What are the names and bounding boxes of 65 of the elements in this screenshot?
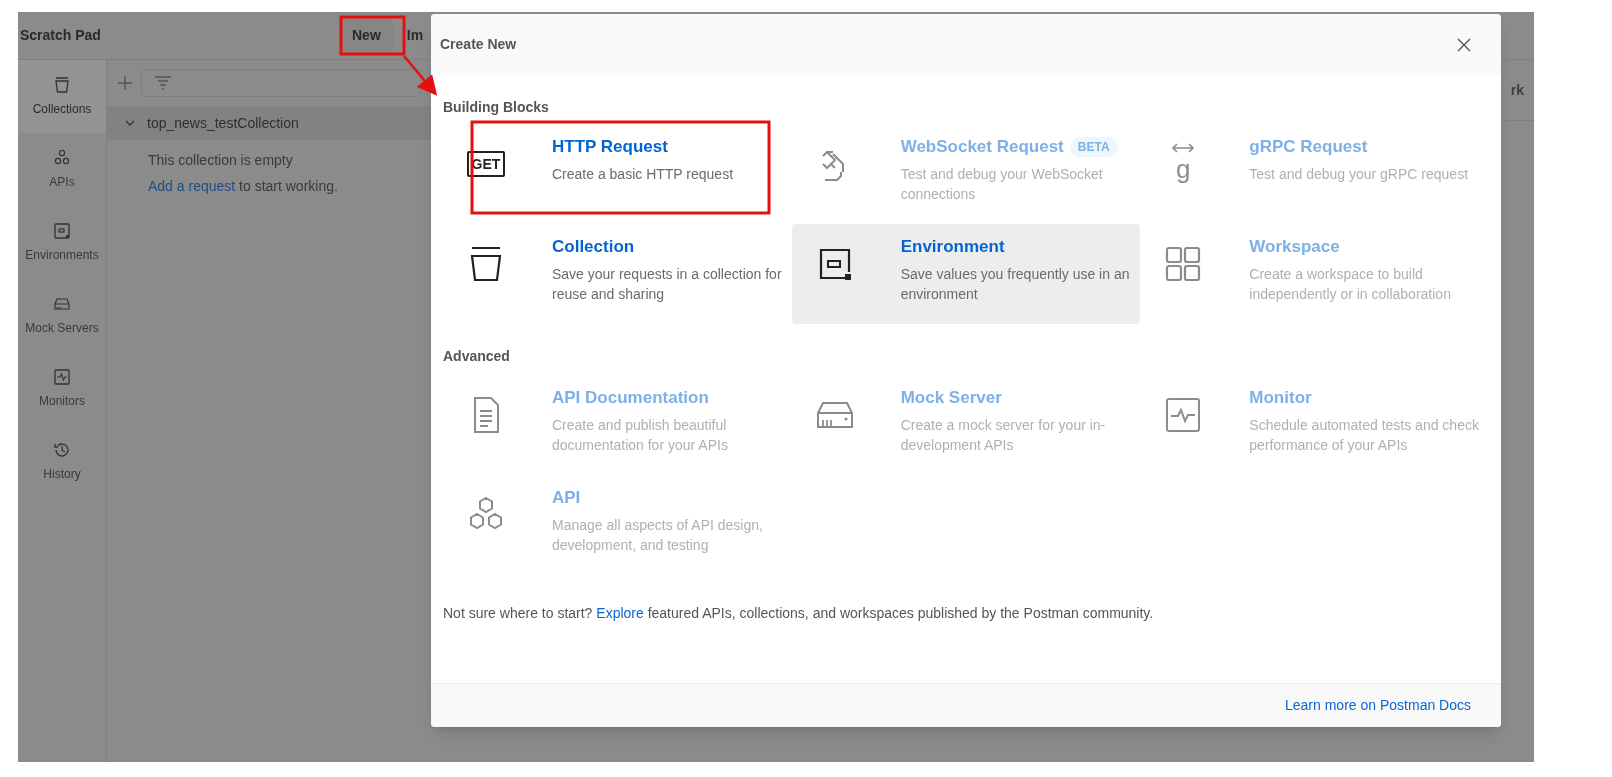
sidebar-item[interactable]: Collections [18, 60, 106, 133]
option-card[interactable]: Monitor Schedule automated tests and check performance of your APIs [1140, 375, 1489, 475]
history-icon [53, 440, 71, 459]
pulse-icon [53, 367, 71, 386]
option-description: Test and debug your WebSocket connections [900, 164, 1104, 204]
option-title: Mock Server [900, 387, 1002, 409]
collection-row[interactable]: top_news_testCollection [107, 106, 431, 140]
option-description: Create a basic HTTP request [552, 164, 735, 184]
option-card[interactable]: GET HTTP Request Create a basic HTTP request [443, 124, 792, 224]
empty-message: This collection is empty [148, 151, 294, 170]
sidebar-item[interactable]: Mock Servers [18, 279, 106, 352]
empty-hint: Add a request to start working. [148, 177, 339, 196]
option-description: Test and debug your gRPC request [1249, 164, 1470, 184]
option-card[interactable]: API Manage all aspects of API design, development, and testing [443, 475, 792, 575]
option-description: Save your requests in a collection for reuse and sharing [552, 264, 783, 304]
option-title: API [552, 487, 581, 509]
option-title: WebSocket Request [900, 136, 1064, 158]
option-description: Save values you frequently use in an environment [900, 264, 1131, 304]
filter-field[interactable] [141, 69, 421, 97]
option-title: gRPC Request [1249, 136, 1368, 158]
collection-name: top_news_testCollection [147, 113, 299, 133]
beta-badge: BETA [1069, 136, 1118, 157]
dialog-title: Create New [440, 35, 517, 54]
option-description: Create a mock server for your in-development APIs [900, 415, 1107, 455]
explore-link[interactable]: Explore [596, 605, 644, 621]
option-card[interactable]: API Documentation Create and publish beautiful documentation for your APIs [443, 375, 792, 475]
option-description: Create a workspace to build independently or in collaboration [1249, 264, 1452, 304]
workspace-title: Scratch Pad [20, 26, 102, 45]
option-title: Monitor [1249, 387, 1312, 409]
section-label: Building Blocks [443, 98, 550, 117]
option-description: Create and publish beautiful documentation for your APIs [552, 415, 729, 455]
sidebar-item[interactable]: Monitors [18, 352, 106, 425]
option-title: Collection [552, 236, 635, 258]
option-card[interactable]: Environment Save values you frequently use in an environment [791, 224, 1141, 324]
sidebar-item[interactable]: History [18, 425, 106, 498]
add-request-link[interactable]: Add a request [148, 178, 236, 194]
toolbar-button[interactable]: rk [1508, 75, 1526, 105]
option-title: HTTP Request [552, 136, 668, 158]
option-card[interactable]: Mock Server Create a mock server for your in-development APIs [791, 375, 1141, 475]
trash-can-icon [53, 75, 71, 94]
chevron-down-icon[interactable] [125, 118, 135, 128]
option-card[interactable]: g gRPC Request Test and debug your gRPC request [1140, 124, 1489, 224]
option-card[interactable]: Collection Save your requests in a collection for reuse and sharing [443, 224, 792, 324]
option-title: API Documentation [552, 387, 709, 409]
get-icon: GET [466, 151, 506, 177]
sidebar-item[interactable]: APIs [18, 133, 106, 206]
circles-icon [53, 148, 71, 167]
new-button[interactable]: New [340, 19, 393, 52]
highlight-frame [339, 15, 406, 56]
option-card[interactable]: WebSocket Request BETA Test and debug your WebSocket connections [791, 124, 1141, 224]
docs-link[interactable]: Learn more on Postman Docs [1285, 695, 1471, 716]
option-title: Environment [900, 236, 1005, 258]
sidebar-item[interactable]: Environments [18, 206, 106, 279]
option-description: Schedule automated tests and check performance of your APIs [1249, 415, 1480, 455]
close-icon[interactable] [1457, 37, 1471, 52]
environment-icon [53, 221, 71, 240]
option-description: Manage all aspects of API design, development, and testing [552, 515, 764, 555]
toolbar-button[interactable]: Im [406, 19, 424, 52]
section-label: Advanced [443, 347, 511, 366]
filter-icon [154, 76, 172, 90]
footer-note: Not sure where to start? Explore featured APIs, collections, and workspaces published by the Postman community. [443, 604, 1155, 623]
option-card[interactable]: Workspace Create a workspace to build independently or in collaboration [1140, 224, 1489, 324]
pointer-arrow [403, 55, 438, 96]
option-title: Workspace [1249, 236, 1340, 258]
plus-icon[interactable] [117, 75, 133, 91]
